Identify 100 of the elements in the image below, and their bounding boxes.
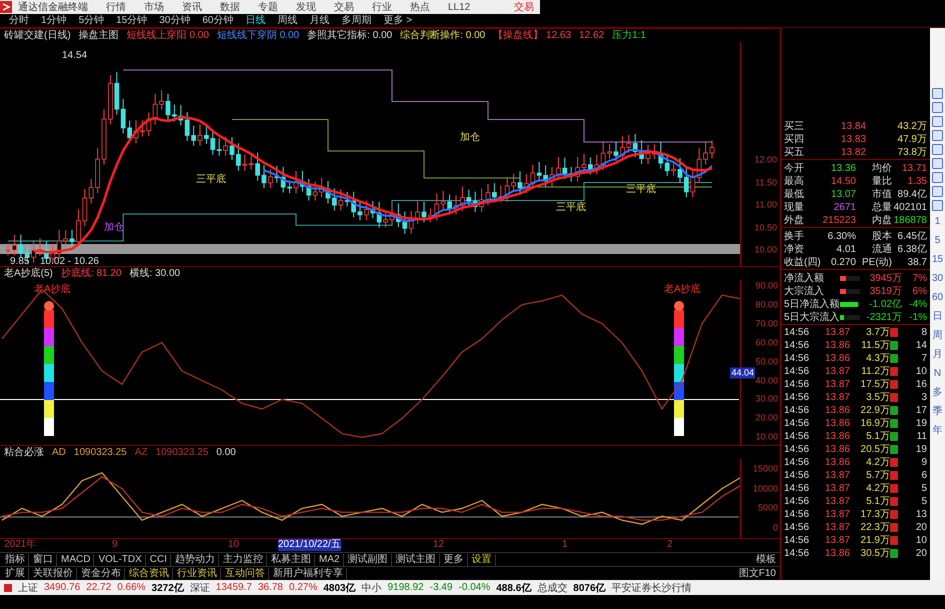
period-button[interactable]: 周	[932, 328, 942, 344]
template-button[interactable]: 模板	[752, 554, 780, 566]
bid-label: 买四	[784, 133, 805, 146]
chart-annotation: 三平底	[196, 174, 226, 186]
period-button[interactable]: 多	[932, 385, 942, 401]
menu-item[interactable]: LL12	[448, 2, 470, 12]
period-tab[interactable]: 30分钟	[154, 14, 196, 26]
indicator-legend: 参照其它指标: 0.00	[307, 30, 392, 42]
indicator-tab[interactable]: 私募主图	[268, 554, 316, 566]
status-item: 0.27%	[288, 582, 318, 593]
status-item: 4803亿	[323, 582, 356, 594]
stat-label: PE(动)	[861, 256, 892, 269]
axis-label: 15000	[752, 463, 779, 474]
stat-value: 6.38亿	[896, 243, 927, 256]
tick-price: 13.86	[824, 404, 850, 416]
menu-item[interactable]: 交易	[334, 0, 354, 14]
menu-item[interactable]: 专题	[258, 0, 278, 14]
indicator-tab[interactable]: 指标	[2, 554, 29, 566]
period-tab[interactable]: 月线	[304, 14, 334, 26]
period-tab[interactable]: 分时	[4, 14, 34, 26]
menu-item[interactable]: 热点	[410, 0, 430, 14]
indicator-tab[interactable]: MACD	[58, 554, 94, 566]
toolbar-icon[interactable]	[932, 144, 943, 155]
period-tab[interactable]: 更多 >	[378, 14, 418, 26]
tick-count: 5	[920, 496, 927, 506]
indicator-tab[interactable]: 测试副图	[344, 554, 392, 566]
indicator-tab[interactable]: 趋势动力	[172, 554, 220, 566]
indicator-legend: 【操盘线】 12.63	[493, 30, 572, 42]
axis-label: 10.00	[753, 244, 778, 256]
stat-value: 2671	[832, 202, 856, 212]
period-button[interactable]: 15	[932, 252, 944, 268]
toolbar-icon[interactable]	[932, 102, 943, 113]
axis-label: 70.00	[754, 318, 779, 330]
period-button[interactable]: 月	[932, 347, 942, 363]
indicator-legend: 横线: 30.00	[130, 268, 180, 280]
period-tab[interactable]: 日线	[240, 14, 270, 26]
indicator-legend: 压力1:1	[612, 30, 646, 42]
flow-label: 5日净流入额	[784, 298, 840, 311]
period-tab[interactable]: 15分钟	[111, 14, 152, 26]
axis-label: 80.00	[754, 299, 779, 310]
tick-count: 19	[914, 418, 927, 428]
status-item: 22.72	[86, 582, 112, 593]
toolbar-icon[interactable]	[932, 116, 943, 127]
period-button[interactable]: 5	[934, 233, 940, 249]
menu-item[interactable]: 资讯	[182, 0, 202, 14]
trade-link[interactable]: 交易	[514, 0, 540, 14]
period-button[interactable]: 1	[934, 214, 940, 230]
indicator-tab[interactable]: 测试主图	[392, 554, 440, 566]
indicator-tab[interactable]: 主力监控	[220, 554, 268, 566]
menu-item[interactable]: 市场	[144, 0, 164, 14]
status-item: 深证	[190, 582, 210, 594]
tick-price: 13.86	[824, 430, 850, 442]
tick-count: 7	[920, 352, 927, 364]
stat-value: 13.07	[830, 188, 856, 200]
flow-percent: -4%	[908, 298, 927, 310]
status-item: 9198.92	[388, 582, 424, 593]
toolbar-icon[interactable]	[932, 88, 943, 99]
period-button[interactable]: 年	[932, 423, 942, 439]
indicator-tab[interactable]: 窗口	[30, 554, 57, 566]
stat-label: 换手	[784, 230, 805, 243]
toolbar-icon[interactable]	[932, 130, 943, 141]
period-tab[interactable]: 60分钟	[197, 14, 238, 26]
period-button[interactable]: N	[934, 366, 942, 382]
indicator-tab[interactable]: MA2	[316, 554, 344, 566]
toolbar-icon[interactable]	[932, 172, 943, 183]
menu-item[interactable]: 发现	[296, 0, 316, 14]
period-tab[interactable]: 5分钟	[74, 14, 110, 26]
period-button[interactable]: 季	[932, 404, 942, 420]
indicator-tab[interactable]: VOL-TDX	[95, 554, 146, 566]
tick-volume: 21.9万	[860, 534, 890, 547]
tick-count: 8	[920, 326, 927, 338]
tick-count: 16	[914, 378, 927, 390]
menu-item[interactable]: 行情	[106, 0, 126, 14]
toolbar-icon[interactable]	[932, 200, 943, 211]
tick-volume: 16.9万	[860, 417, 890, 430]
tick-volume: 11.2万	[860, 365, 890, 378]
menu-item[interactable]: 数据	[220, 0, 240, 14]
indicator-tab[interactable]: 更多	[440, 554, 468, 566]
period-button[interactable]: 日	[932, 309, 942, 325]
status-item: 13459.7	[216, 582, 252, 593]
period-tab[interactable]: 周线	[272, 14, 302, 26]
indicator-legend: 老A抄底(5)	[4, 268, 53, 280]
app-logo-icon	[0, 1, 12, 13]
menu-item[interactable]: 行业	[372, 0, 392, 14]
indicator-tab[interactable]: 设置	[468, 554, 496, 566]
indicator-legend: 粘合必涨	[4, 446, 44, 458]
indicator-tab[interactable]: CCI	[146, 554, 172, 566]
f10-button[interactable]: 图文F10	[734, 568, 780, 580]
tick-count: 20	[914, 548, 927, 558]
tick-volume: 30.5万	[860, 547, 890, 560]
period-tab[interactable]: 1分钟	[36, 14, 72, 26]
tick-volume: 4.2万	[865, 482, 890, 495]
period-button[interactable]: 30	[932, 271, 944, 287]
tick-count: 3	[920, 392, 927, 402]
period-button[interactable]: 60	[932, 290, 944, 306]
toolbar-icon[interactable]	[932, 158, 943, 169]
toolbar-icon[interactable]	[932, 186, 943, 197]
stat-value: 215223	[822, 214, 856, 226]
app-title: 通达信金融终端	[18, 0, 88, 14]
period-tab[interactable]: 多周期	[336, 14, 376, 26]
